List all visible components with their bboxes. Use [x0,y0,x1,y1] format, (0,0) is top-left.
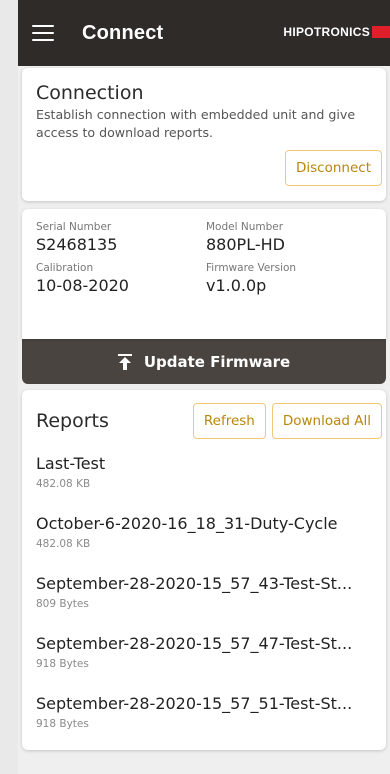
app-frame: Connect HIPOTRONICS Connection Establish… [18,0,390,774]
calibration-label: Calibration [36,262,94,274]
reports-list: Last-Test 482.08 KB October-6-2020-16_18… [22,454,386,750]
serial-number-block: Serial Number S2468135 [36,221,206,254]
download-all-button[interactable]: Download All [271,403,382,439]
report-name: Last-Test [36,454,106,473]
report-size: 918 Bytes [36,658,89,670]
serial-number-label: Serial Number [36,221,112,233]
report-size: 482.08 KB [36,478,91,490]
model-number-label: Model Number [206,221,284,233]
report-item[interactable]: September-28-2020-15_57_43-Test-St... 80… [22,574,386,634]
report-name: October-6-2020-16_18_31-Duty-Cycle [36,514,338,533]
model-number-value: 880PL-HD [206,235,285,254]
report-name: September-28-2020-15_57_43-Test-St... [36,574,353,593]
app-title: Connect [82,21,164,44]
report-item[interactable]: Last-Test 482.08 KB [22,454,386,514]
report-name: September-28-2020-15_57_51-Test-St... [36,694,353,713]
report-item[interactable]: September-28-2020-15_57_47-Test-St... 91… [22,634,386,694]
connection-title: Connection [36,82,144,104]
calibration-block: Calibration 10-08-2020 [36,262,206,295]
firmware-version-block: Firmware Version v1.0.0p [206,262,374,295]
report-size: 482.08 KB [36,538,91,550]
brand-logo: HIPOTRONICS [283,25,390,39]
model-number-block: Model Number 880PL-HD [206,221,374,254]
report-name: September-28-2020-15_57_47-Test-St... [36,634,353,653]
reports-title: Reports [36,410,109,432]
update-firmware-button[interactable]: Update Firmware [22,339,386,384]
report-size: 809 Bytes [36,598,89,610]
firmware-version-value: v1.0.0p [206,276,267,295]
reports-header: Reports Refresh Download All [22,400,386,442]
calibration-value: 10-08-2020 [36,276,129,295]
report-item[interactable]: September-28-2020-15_57_51-Test-St... 91… [22,694,386,750]
report-item[interactable]: October-6-2020-16_18_31-Duty-Cycle 482.0… [22,514,386,574]
refresh-button[interactable]: Refresh [192,403,266,439]
upload-icon [117,353,132,370]
brand-text: HIPOTRONICS [283,25,370,39]
firmware-version-label: Firmware Version [206,262,297,274]
hamburger-menu-icon[interactable] [32,25,54,42]
device-info-card: Serial Number S2468135 Model Number 880P… [22,209,386,339]
disconnect-button[interactable]: Disconnect [285,150,382,186]
reports-card: Reports Refresh Download All Last-Test 4… [22,390,386,750]
report-size: 918 Bytes [36,718,89,730]
brand-red-bar [372,26,390,38]
update-firmware-label: Update Firmware [143,352,291,371]
connection-description: Establish connection with embedded unit … [36,107,356,140]
app-bar: Connect HIPOTRONICS [18,0,390,66]
serial-number-value: S2468135 [36,235,118,254]
